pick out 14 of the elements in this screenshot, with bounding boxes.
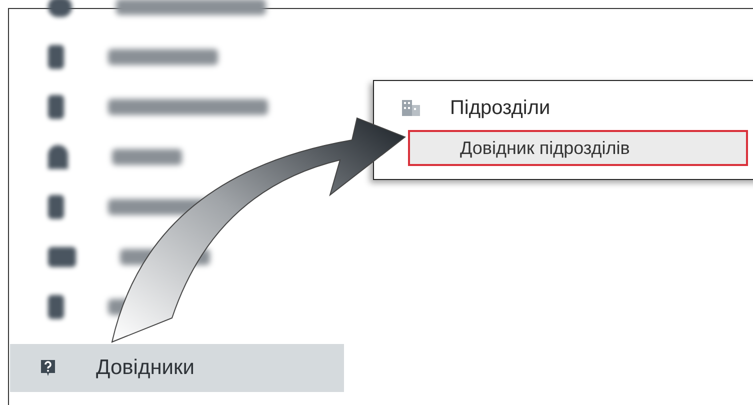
menu-item[interactable]: Довідник підрозділів xyxy=(408,130,748,166)
blurred-icon xyxy=(48,95,64,119)
blurred-icon xyxy=(48,45,64,69)
blurred-icon xyxy=(48,247,76,267)
blurred-icon xyxy=(48,145,68,169)
blurred-icon xyxy=(48,0,72,17)
menu-title: Підрозділи xyxy=(450,96,550,121)
blurred-label xyxy=(112,149,182,165)
sidebar-item[interactable]: Довідники xyxy=(10,344,344,392)
blurred-icon xyxy=(48,195,64,219)
blurred-icon xyxy=(48,295,64,319)
sidebar-label: Довідники xyxy=(96,355,194,382)
help-icon xyxy=(40,359,56,377)
building-icon xyxy=(402,100,420,116)
